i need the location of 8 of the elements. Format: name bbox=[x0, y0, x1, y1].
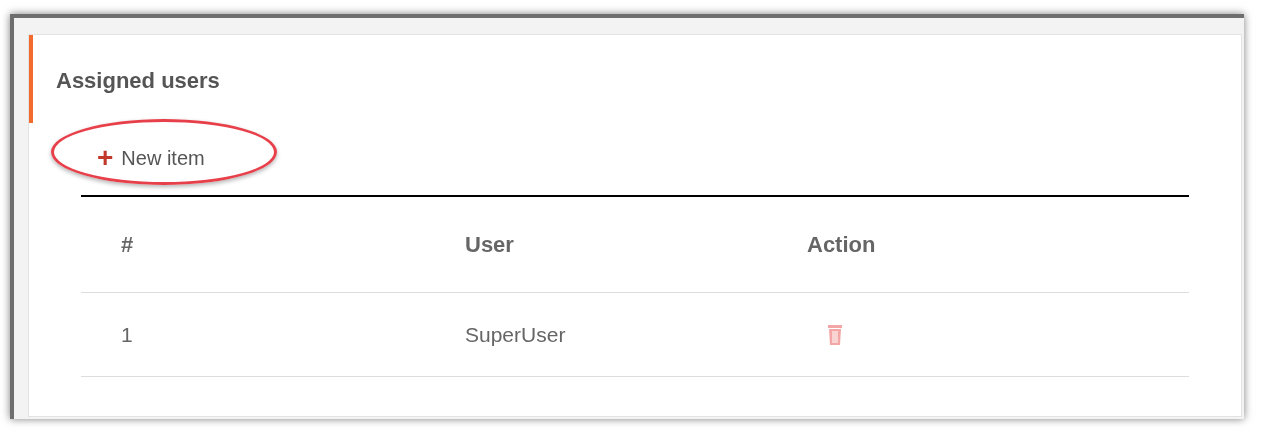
column-header: # bbox=[121, 232, 134, 257]
column-header: User bbox=[465, 232, 514, 257]
column-header: Action bbox=[807, 232, 876, 257]
trash-icon[interactable] bbox=[827, 323, 843, 346]
new-item-button[interactable]: + New item bbox=[97, 143, 205, 173]
table-cell: 1 bbox=[121, 322, 133, 346]
section-title: Assigned users bbox=[56, 66, 220, 95]
table-cell: SuperUser bbox=[465, 322, 566, 346]
